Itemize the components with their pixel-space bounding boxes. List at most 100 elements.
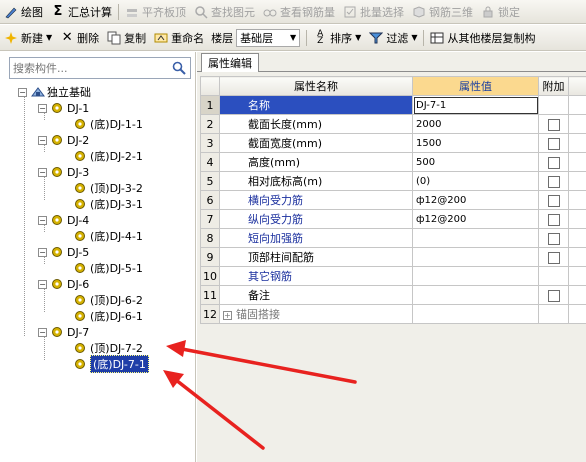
sort-button[interactable]: AZ 排序 ▼ <box>309 27 365 49</box>
table-row[interactable]: 6 横向受力筋 ф12@200 <box>200 190 586 210</box>
foundation-icon <box>31 86 45 98</box>
prop-value[interactable]: 1500 <box>412 133 539 153</box>
extra-checkbox[interactable] <box>547 118 560 131</box>
copy-button[interactable]: 复制 <box>103 27 150 49</box>
prop-value[interactable]: ф12@200 <box>412 190 539 210</box>
batch-select-button[interactable]: 批量选择 <box>339 1 408 23</box>
search-input[interactable] <box>13 61 163 75</box>
draw-button[interactable]: 绘图 <box>0 1 47 23</box>
table-row[interactable]: 12 + 锚固搭接 <box>200 304 586 324</box>
prop-value[interactable] <box>412 228 539 248</box>
prop-value[interactable] <box>412 285 539 305</box>
tab-property-edit[interactable]: 属性编辑 <box>201 53 259 72</box>
property-tabbar: 属性编辑 <box>197 52 586 72</box>
row-number: 9 <box>200 247 220 267</box>
copy-icon <box>107 31 121 45</box>
table-row[interactable]: 4 高度(mm) 500 <box>200 152 586 172</box>
row-number: 12 <box>200 304 220 324</box>
prop-value-input[interactable]: DJ-7-1 <box>412 95 539 115</box>
tree-item-dj-7-2[interactable]: (顶)DJ-7-2 <box>74 340 143 356</box>
table-row[interactable]: 2 截面长度(mm) 2000 <box>200 114 586 134</box>
tree-root[interactable]: − 独立基础 <box>18 84 91 100</box>
prop-name: 名称 <box>219 95 413 115</box>
collapse-icon[interactable]: − <box>38 247 47 257</box>
table-row[interactable]: 5 相对底标高(m) (0) <box>200 171 586 191</box>
collapse-icon[interactable]: − <box>38 135 47 145</box>
extra-checkbox[interactable] <box>547 194 560 207</box>
level-top-button[interactable]: 平齐板顶 <box>121 1 190 23</box>
gear-icon <box>74 310 86 322</box>
tree-group-dj-4[interactable]: − DJ-4 <box>38 212 89 228</box>
sigma-icon: Σ <box>53 3 63 19</box>
prop-value[interactable] <box>412 266 539 286</box>
component-tree: − 独立基础 − DJ-1 (底)DJ-1-1 − DJ-2 (底)DJ-2-1… <box>0 84 196 373</box>
extra-checkbox[interactable] <box>547 175 560 188</box>
new-button[interactable]: 新建 ▼ <box>0 27 56 49</box>
gear-icon <box>51 134 63 146</box>
table-row[interactable]: 11 备注 <box>200 285 586 305</box>
tree-group-dj-2[interactable]: − DJ-2 <box>38 132 89 148</box>
search-box <box>9 57 191 79</box>
collapse-icon[interactable]: − <box>38 215 47 225</box>
tree-group-dj-6[interactable]: − DJ-6 <box>38 276 89 292</box>
tree-item-dj-2-1[interactable]: (底)DJ-2-1 <box>74 148 143 164</box>
find-element-button[interactable]: 查找图元 <box>190 1 259 23</box>
rename-button[interactable]: 重命名 <box>150 27 208 49</box>
extra-checkbox[interactable] <box>547 251 560 264</box>
extra-checkbox[interactable] <box>547 289 560 302</box>
tree-item-dj-1-1[interactable]: (底)DJ-1-1 <box>74 116 143 132</box>
prop-value[interactable]: 500 <box>412 152 539 172</box>
prop-name: 横向受力筋 <box>219 190 413 210</box>
row-filler <box>568 114 586 134</box>
expand-icon[interactable]: + <box>223 310 232 320</box>
search-icon[interactable] <box>171 60 187 76</box>
collapse-icon[interactable]: − <box>38 327 47 337</box>
extra-checkbox[interactable] <box>547 213 560 226</box>
tree-group-dj-3[interactable]: − DJ-3 <box>38 164 89 180</box>
table-row[interactable]: 7 纵向受力筋 ф12@200 <box>200 209 586 229</box>
tree-item-dj-5-1[interactable]: (底)DJ-5-1 <box>74 260 143 276</box>
tree-item-dj-3-2[interactable]: (顶)DJ-3-2 <box>74 180 143 196</box>
prop-name-expandable[interactable]: + 锚固搭接 <box>219 304 413 324</box>
table-row[interactable]: 3 截面宽度(mm) 1500 <box>200 133 586 153</box>
sum-calc-button[interactable]: Σ 汇总计算 <box>47 1 116 23</box>
extra-checkbox[interactable] <box>547 137 560 150</box>
gear-icon <box>74 182 86 194</box>
gear-icon <box>74 118 86 130</box>
chevron-down-icon: ▼ <box>355 33 362 42</box>
copy-from-floor-button[interactable]: 从其他楼层复制构 <box>426 27 539 49</box>
collapse-icon[interactable]: − <box>18 87 27 97</box>
delete-button[interactable]: ✕ 删除 <box>56 27 103 49</box>
prop-value[interactable] <box>412 247 539 267</box>
tree-item-dj-4-1[interactable]: (底)DJ-4-1 <box>74 228 143 244</box>
table-row[interactable]: 9 顶部柱间配筋 <box>200 247 586 267</box>
collapse-icon[interactable]: − <box>38 279 47 289</box>
prop-value[interactable]: ф12@200 <box>412 209 539 229</box>
floor-copy-icon <box>430 31 444 45</box>
tree-item-dj-6-1[interactable]: (底)DJ-6-1 <box>74 308 143 324</box>
prop-value[interactable]: (0) <box>412 171 539 191</box>
tree-item-dj-6-2[interactable]: (顶)DJ-6-2 <box>74 292 143 308</box>
view-rebar-button[interactable]: 查看钢筋量 <box>259 1 339 23</box>
table-row[interactable]: 1 名称 DJ-7-1 <box>200 95 586 115</box>
extra-checkbox[interactable] <box>547 232 560 245</box>
collapse-icon[interactable]: − <box>38 103 47 113</box>
table-row[interactable]: 10 其它钢筋 <box>200 266 586 286</box>
rebar-3d-button[interactable]: 钢筋三维 <box>408 1 477 23</box>
extra-checkbox[interactable] <box>547 156 560 169</box>
tree-group-dj-1[interactable]: − DJ-1 <box>38 100 89 116</box>
prop-value[interactable]: 2000 <box>412 114 539 134</box>
row-filler <box>568 133 586 153</box>
floor-select[interactable]: 基础层 ▼ <box>236 28 301 47</box>
prop-value[interactable] <box>412 304 539 324</box>
tree-item-dj-3-1[interactable]: (底)DJ-3-1 <box>74 196 143 212</box>
tree-group-dj-7[interactable]: − DJ-7 <box>38 324 89 340</box>
lock-button[interactable]: 锁定 <box>477 1 524 23</box>
filter-button[interactable]: 过滤 ▼ <box>365 27 421 49</box>
table-row[interactable]: 8 短向加强筋 <box>200 228 586 248</box>
rename-icon <box>154 31 168 45</box>
chevron-down-icon: ▼ <box>46 33 53 42</box>
tree-item-dj-7-1[interactable]: (底)DJ-7-1 <box>74 355 149 373</box>
collapse-icon[interactable]: − <box>38 167 47 177</box>
tree-group-dj-5[interactable]: − DJ-5 <box>38 244 89 260</box>
